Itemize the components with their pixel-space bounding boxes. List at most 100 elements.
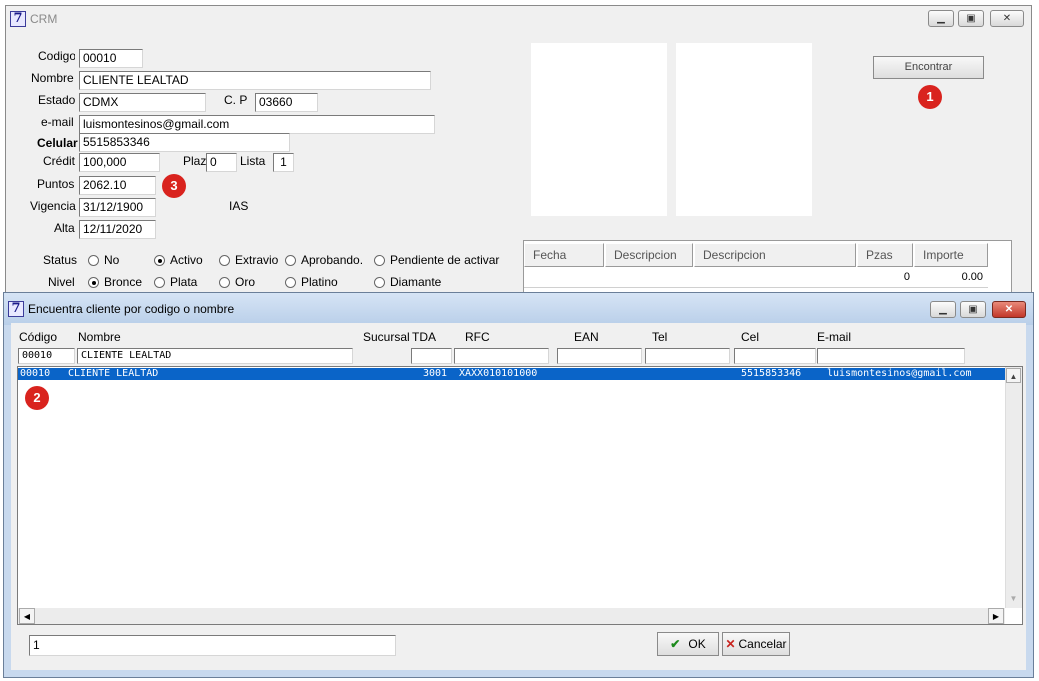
ias-label: IAS: [229, 199, 249, 213]
nivel-platino-radio[interactable]: Platino: [285, 275, 338, 289]
result-email: luismontesinos@gmail.com: [827, 368, 972, 379]
scroll-up-icon[interactable]: ▲: [1006, 368, 1021, 383]
filter-tel-input[interactable]: [645, 348, 730, 364]
celular-field[interactable]: 5515853346: [79, 133, 290, 152]
nivel-plata-radio[interactable]: Plata: [154, 275, 197, 289]
filter-email-input[interactable]: [817, 348, 965, 364]
radio-icon: [154, 276, 165, 288]
estado-label: Estado: [38, 93, 76, 107]
puntos-field[interactable]: 2062.10: [79, 176, 156, 195]
alta-field[interactable]: 12/11/2020: [79, 220, 156, 239]
horizontal-scrollbar[interactable]: [18, 608, 1005, 624]
filter-tda-input[interactable]: [411, 348, 452, 364]
grid-header-descripcion-2[interactable]: Descripcion: [694, 243, 856, 267]
status-pendiente-radio[interactable]: Pendiente de activar: [374, 253, 499, 267]
radio-icon: [285, 276, 296, 288]
status-no-radio[interactable]: No: [88, 253, 119, 267]
crm-titlebar: 7 CRM ▁ ▣ ✕: [6, 6, 1031, 32]
col-sucursal: Sucursal: [363, 330, 410, 344]
dialog-maximize-icon[interactable]: ▣: [960, 301, 986, 318]
alta-label: Alta: [54, 221, 75, 235]
nivel-diamante-radio[interactable]: Diamante: [374, 275, 441, 289]
radio-icon: [285, 254, 296, 266]
window-title: CRM: [30, 12, 58, 26]
nivel-diamante-label: Diamante: [390, 275, 442, 289]
col-codigo: Código: [19, 330, 58, 344]
check-icon: ✔: [670, 637, 681, 651]
dialog-minimize-icon[interactable]: ▁: [930, 301, 956, 318]
col-tel: Tel: [652, 330, 668, 344]
nivel-oro-radio[interactable]: Oro: [219, 275, 255, 289]
email-label: e-mail: [41, 115, 74, 129]
cancel-button[interactable]: ✕ Cancelar: [722, 632, 790, 656]
col-tda: TDA: [412, 330, 436, 344]
minimize-icon[interactable]: ▁: [928, 10, 954, 27]
plazo-field[interactable]: 0: [206, 153, 237, 172]
status-no-label: No: [104, 253, 120, 267]
credito-field[interactable]: 100,000: [79, 153, 160, 172]
photo-panel-left: [531, 43, 667, 216]
lista-field[interactable]: 1: [273, 153, 294, 172]
cp-field[interactable]: 03660: [255, 93, 318, 112]
status-activo-radio[interactable]: Activo: [154, 253, 203, 267]
grid-cell-pzas: 0: [903, 271, 910, 283]
nombre-label: Nombre: [31, 71, 74, 85]
result-tda: 3001: [423, 368, 448, 379]
grid-header-descripcion-1[interactable]: Descripcion: [605, 243, 693, 267]
vertical-scrollbar[interactable]: [1005, 367, 1022, 608]
nivel-label: Nivel: [48, 275, 75, 289]
scroll-left-icon[interactable]: ◀: [19, 608, 35, 624]
status-aprobando-label: Aprobando.: [301, 253, 364, 267]
maximize-icon[interactable]: ▣: [958, 10, 984, 27]
vigencia-field[interactable]: 31/12/1900: [79, 198, 156, 217]
lista-label: Lista: [240, 154, 266, 168]
radio-icon: [374, 276, 385, 288]
grid-header-importe[interactable]: Importe: [914, 243, 988, 267]
close-icon[interactable]: ✕: [990, 10, 1024, 27]
nombre-field[interactable]: CLIENTE LEALTAD: [79, 71, 431, 90]
annotation-badge-2: 2: [25, 386, 49, 410]
filter-nombre-input[interactable]: CLIENTE LEALTAD: [77, 348, 353, 364]
filter-ean-input[interactable]: [557, 348, 642, 364]
cp-label: C. P: [224, 93, 248, 107]
radio-selected-icon: [88, 276, 99, 288]
dialog-app-icon: 7: [8, 301, 24, 317]
codigo-field[interactable]: 00010: [79, 49, 143, 68]
radio-selected-icon: [154, 254, 165, 266]
results-list[interactable]: [17, 366, 1023, 625]
grid-header-fecha[interactable]: Fecha: [524, 243, 604, 267]
email-field[interactable]: luismontesinos@gmail.com: [79, 115, 435, 134]
encontrar-button[interactable]: Encontrar: [873, 56, 984, 79]
filter-codigo-input[interactable]: 00010: [18, 348, 75, 364]
result-row-selected[interactable]: 00010 CLIENTE LEALTAD 3001 XAXX010101000…: [18, 368, 1005, 380]
grid-cell-importe: 0.00: [961, 271, 983, 283]
dialog-close-icon[interactable]: ✕: [992, 301, 1026, 318]
nivel-bronce-radio[interactable]: Bronce: [88, 275, 142, 289]
status-aprobando-radio[interactable]: Aprobando.: [285, 253, 363, 267]
nivel-oro-label: Oro: [235, 275, 256, 289]
credito-label: Crédit: [43, 154, 76, 168]
ok-button[interactable]: ✔ OK: [657, 632, 719, 656]
plazo-label: Plaz: [183, 154, 207, 168]
scroll-right-icon[interactable]: ▶: [988, 608, 1004, 624]
scroll-down-icon[interactable]: ▼: [1006, 591, 1021, 606]
vigencia-label: Vigencia: [30, 199, 76, 213]
dialog-titlebar: 7 Encuentra cliente por codigo o nombre …: [4, 293, 1033, 325]
filter-rfc-input[interactable]: [454, 348, 549, 364]
annotation-badge-1: 1: [918, 85, 942, 109]
col-ean: EAN: [574, 330, 599, 344]
codigo-label: Codigo: [38, 49, 75, 63]
estado-field[interactable]: CDMX: [79, 93, 206, 112]
annotation-badge-3: 3: [162, 174, 186, 198]
radio-icon: [219, 276, 230, 288]
grid-header-pzas[interactable]: Pzas: [857, 243, 913, 267]
result-rfc: XAXX010101000: [459, 368, 538, 379]
cancel-label: Cancelar: [738, 637, 787, 651]
status-extravio-radio[interactable]: Extravio: [219, 253, 278, 267]
col-nombre: Nombre: [78, 330, 121, 344]
app-icon: 7: [10, 11, 26, 27]
bottom-input[interactable]: 1: [29, 635, 396, 656]
filter-cel-input[interactable]: [734, 348, 816, 364]
radio-icon: [88, 254, 99, 266]
col-cel: Cel: [741, 330, 760, 344]
